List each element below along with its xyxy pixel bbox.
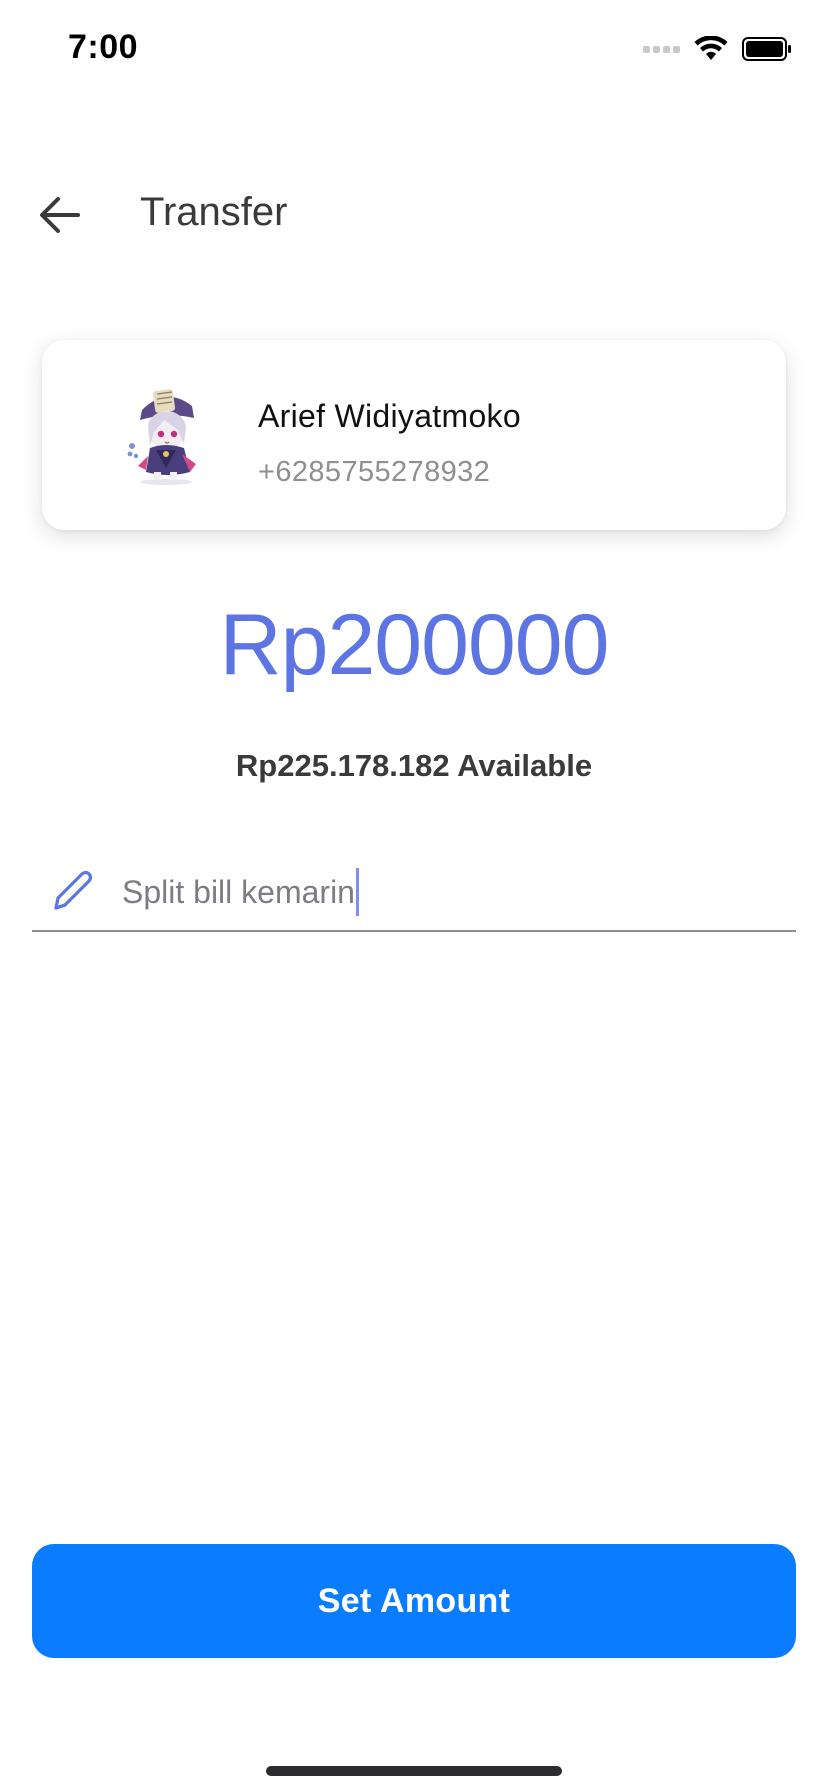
transfer-amount[interactable]: Rp200000 <box>0 596 828 695</box>
pencil-icon <box>54 870 93 910</box>
note-input[interactable]: Split bill kemarin <box>122 868 359 916</box>
status-bar: 7:00 <box>0 0 828 100</box>
note-field[interactable]: Split bill kemarin <box>32 856 796 932</box>
recipient-name: Arief Widiyatmoko <box>258 398 521 434</box>
cellular-signal-icon <box>643 45 680 53</box>
avatar <box>127 389 196 485</box>
available-balance: Rp225.178.182 Available <box>235 748 593 783</box>
page-title: Transfer <box>140 190 288 234</box>
home-indicator[interactable] <box>266 1766 562 1776</box>
status-icons <box>643 36 792 62</box>
battery-icon <box>742 37 791 61</box>
set-amount-button[interactable]: Set Amount <box>32 1544 796 1658</box>
status-time: 7:00 <box>68 28 139 66</box>
wifi-icon <box>694 36 728 60</box>
recipient-card[interactable]: Arief Widiyatmoko +6285755278932 <box>42 340 786 530</box>
arrow-left-icon <box>40 197 80 233</box>
note-input-value: Split bill kemarin <box>122 873 355 910</box>
text-caret <box>355 868 359 916</box>
header: Transfer <box>0 170 828 260</box>
recipient-phone: +6285755278932 <box>258 456 491 488</box>
back-button[interactable] <box>30 188 90 242</box>
